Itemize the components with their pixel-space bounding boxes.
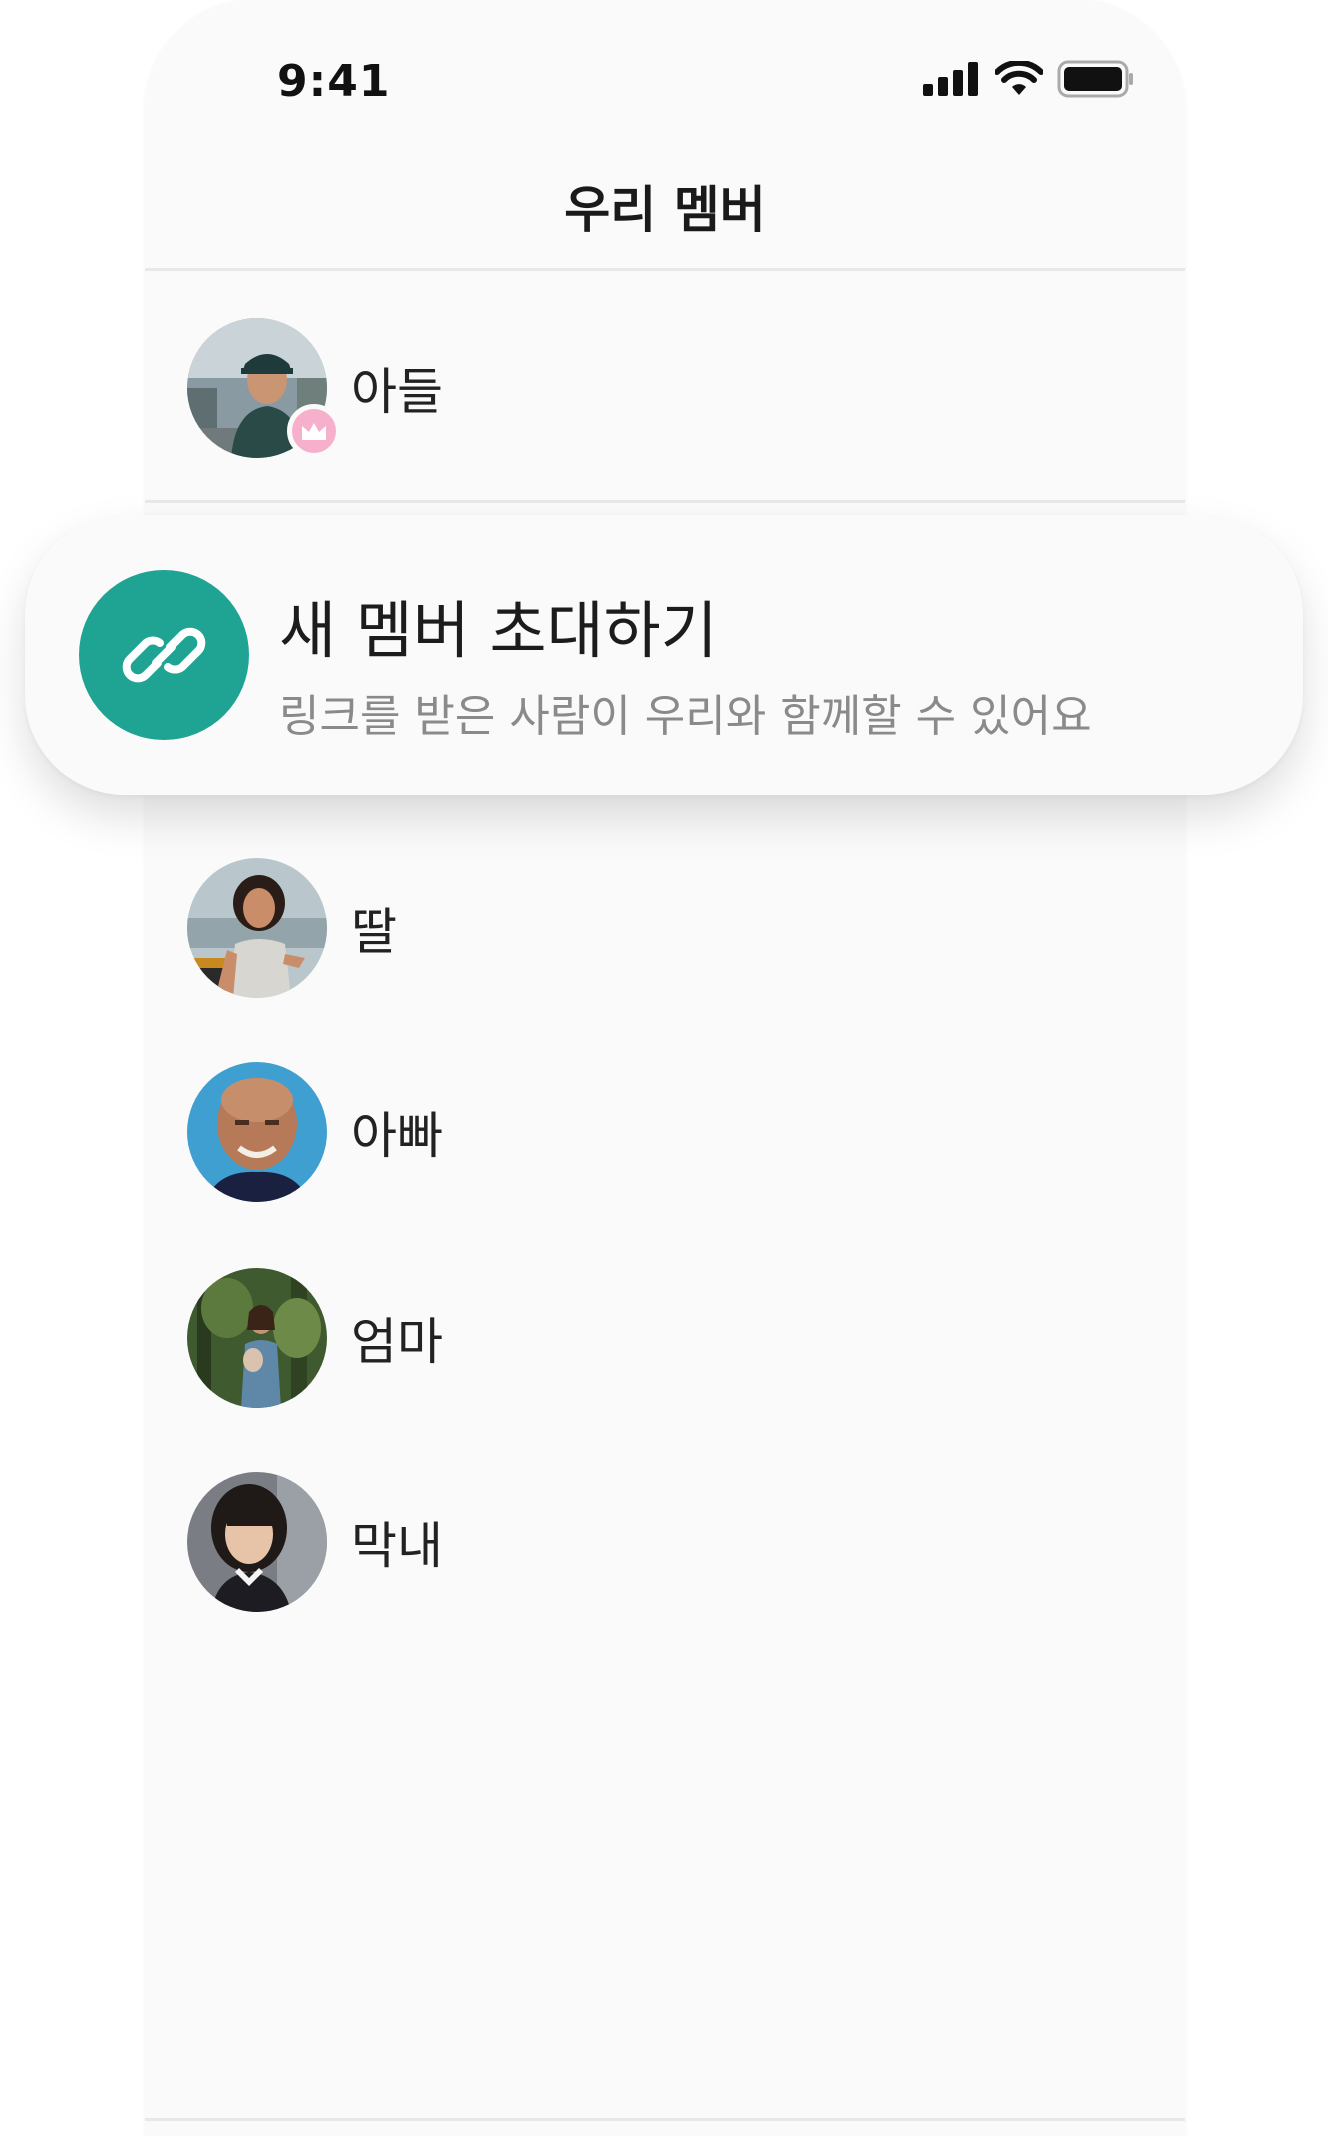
- member-row-daughter[interactable]: 딸: [187, 858, 397, 998]
- dad-avatar: [187, 1062, 327, 1202]
- page-title: 우리 멤버: [564, 181, 766, 239]
- daughter-avatar-image: [187, 858, 327, 998]
- invite-title: 새 멤버 초대하기: [279, 594, 718, 667]
- header-divider: [145, 268, 1185, 271]
- member-row-mom[interactable]: 엄마: [187, 1268, 443, 1408]
- bottom-divider: [145, 2118, 1185, 2121]
- phone-screen: 9:41 우리 멤버 아들 딸 아빠 엄마 막내: [145, 0, 1185, 2136]
- member-row-dad[interactable]: 아빠: [187, 1062, 443, 1202]
- member-name: 아빠: [351, 1107, 443, 1165]
- member-name: 막내: [351, 1517, 443, 1575]
- crown-badge: [287, 404, 341, 458]
- member-name: 딸: [351, 903, 397, 961]
- status-icons: [923, 60, 1135, 98]
- cellular-signal-icon: [923, 62, 978, 96]
- battery-icon: [1057, 60, 1133, 98]
- invite-link-button[interactable]: [79, 570, 249, 740]
- youngest-avatar: [187, 1472, 327, 1612]
- status-time: 9:41: [277, 56, 391, 107]
- dad-avatar-image: [187, 1062, 327, 1202]
- mom-avatar: [187, 1268, 327, 1408]
- youngest-avatar-image: [187, 1472, 327, 1612]
- member-row-youngest[interactable]: 막내: [187, 1472, 443, 1612]
- crown-icon: [302, 423, 326, 440]
- status-bar: 9:41: [145, 0, 1185, 160]
- wifi-icon: [995, 61, 1043, 95]
- member-row-son[interactable]: 아들: [187, 318, 443, 458]
- invite-member-card[interactable]: 새 멤버 초대하기 링크를 받은 사람이 우리와 함께할 수 있어요: [25, 515, 1303, 795]
- invite-subtitle: 링크를 받은 사람이 우리와 함께할 수 있어요: [279, 691, 1092, 742]
- daughter-avatar: [187, 858, 327, 998]
- son-avatar: [187, 318, 341, 458]
- link-icon: [122, 627, 206, 683]
- member-name: 아들: [351, 363, 443, 421]
- member-name: 엄마: [351, 1313, 443, 1371]
- mom-avatar-image: [187, 1268, 327, 1408]
- member-divider: [145, 500, 1185, 503]
